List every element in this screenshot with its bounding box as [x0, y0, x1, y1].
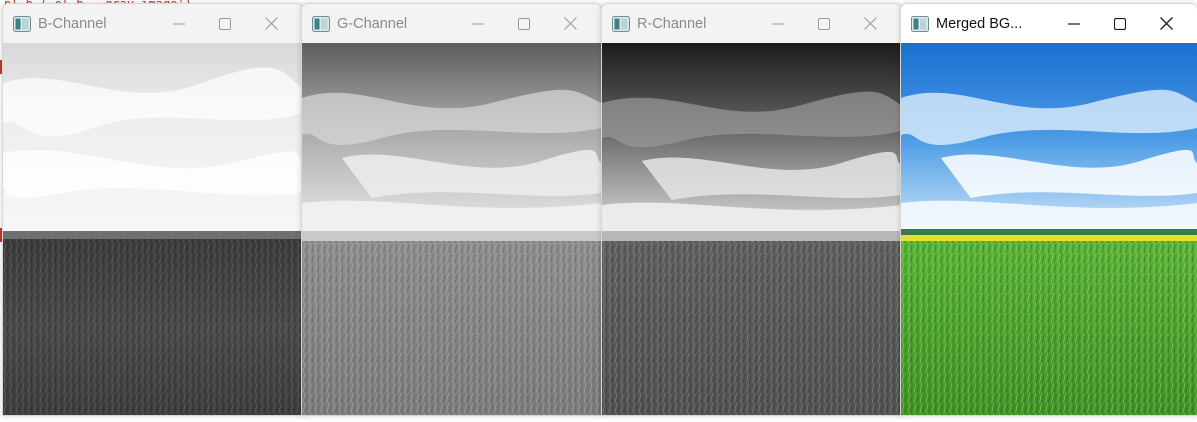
- minimize-icon: [1068, 22, 1080, 25]
- minimize-icon: [772, 23, 784, 24]
- close-icon: [563, 17, 577, 30]
- window-titlebar[interactable]: R-Channel: [602, 4, 901, 43]
- maximize-button[interactable]: [801, 4, 847, 43]
- maximize-icon: [818, 17, 830, 30]
- merged-color-image: [901, 43, 1197, 415]
- minimize-button[interactable]: [455, 4, 501, 43]
- minimize-button[interactable]: [156, 4, 202, 43]
- window-g-channel[interactable]: G-Channel: [301, 3, 602, 416]
- desktop: pl.b ( ol_b , gray image') B-Channel: [0, 0, 1197, 422]
- close-button[interactable]: [847, 4, 893, 43]
- channel-image-blue: [3, 43, 302, 415]
- window-r-channel[interactable]: R-Channel: [601, 3, 902, 416]
- minimize-button[interactable]: [1051, 4, 1097, 43]
- window-title: Merged BG...: [936, 15, 1023, 32]
- window-title: G-Channel: [337, 15, 408, 32]
- window-titlebar[interactable]: G-Channel: [302, 4, 601, 43]
- close-icon: [264, 17, 278, 30]
- window-b-channel[interactable]: B-Channel: [2, 3, 303, 416]
- minimize-icon: [173, 23, 185, 24]
- app-window-icon: [911, 15, 929, 32]
- close-icon: [1159, 17, 1173, 30]
- window-title: B-Channel: [38, 15, 107, 32]
- window-merged-bgr[interactable]: Merged BG...: [900, 3, 1197, 416]
- minimize-icon: [472, 23, 484, 24]
- minimize-button[interactable]: [755, 4, 801, 43]
- window-title: R-Channel: [637, 15, 707, 32]
- maximize-icon: [518, 17, 530, 30]
- app-window-icon: [312, 15, 330, 32]
- maximize-icon: [1114, 17, 1126, 30]
- close-button[interactable]: [547, 4, 593, 43]
- app-window-icon: [612, 15, 630, 32]
- channel-image-red: [602, 43, 901, 415]
- close-button[interactable]: [1143, 4, 1189, 43]
- close-icon: [863, 17, 877, 30]
- close-button[interactable]: [248, 4, 294, 43]
- maximize-icon: [219, 17, 231, 30]
- channel-image-green: [302, 43, 601, 415]
- app-window-icon: [13, 15, 31, 32]
- window-titlebar[interactable]: Merged BG...: [901, 4, 1197, 43]
- window-titlebar[interactable]: B-Channel: [3, 4, 302, 43]
- maximize-button[interactable]: [1097, 4, 1143, 43]
- maximize-button[interactable]: [202, 4, 248, 43]
- maximize-button[interactable]: [501, 4, 547, 43]
